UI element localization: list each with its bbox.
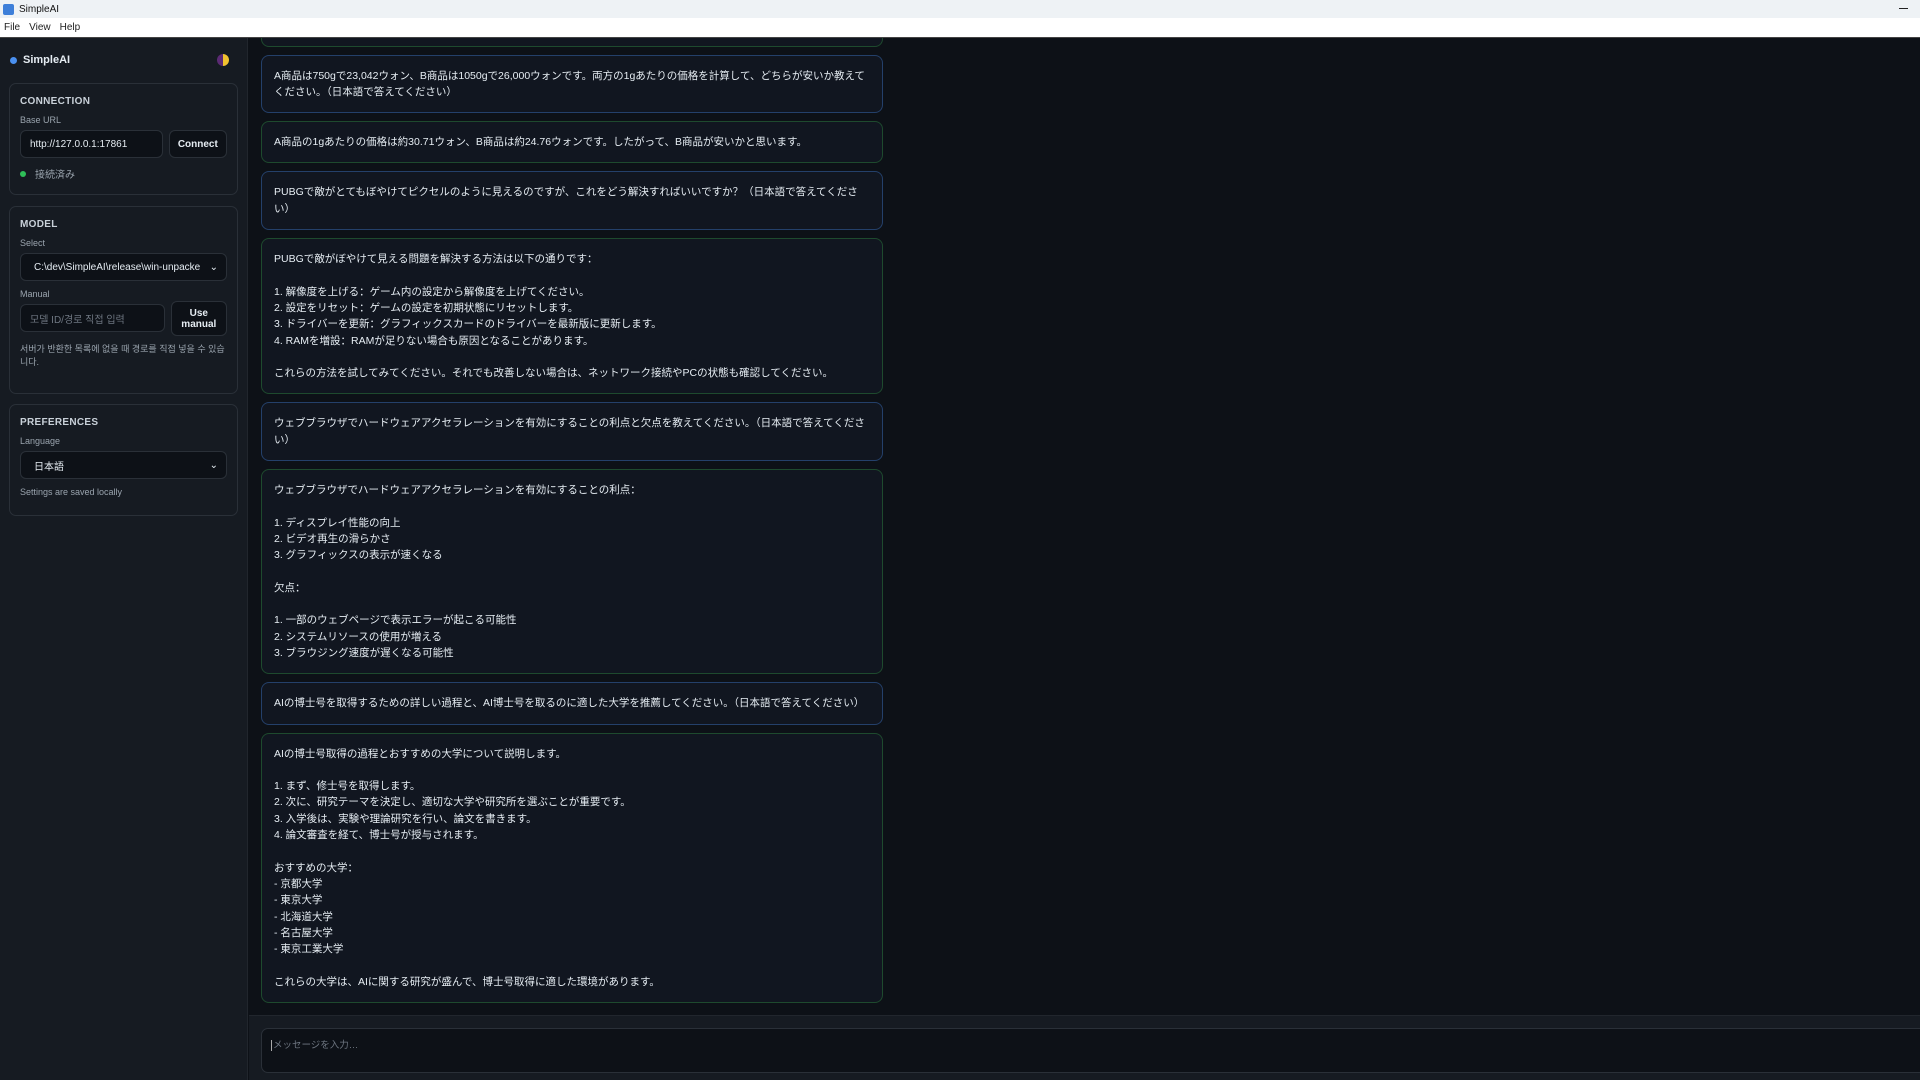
base-url-input[interactable]: http://127.0.0.1:17861	[20, 130, 163, 158]
user-message: A商品は750gで23,042ウォン、B商品は1050gで26,000ウォンです…	[261, 55, 883, 114]
use-manual-button[interactable]: Use manual	[171, 301, 227, 336]
language-select[interactable]: 日本語 ⌄	[20, 451, 227, 479]
user-message: AIの博士号を取得するための詳しい過程と、AI博士号を取るのに適した大学を推薦し…	[261, 682, 883, 724]
menu-file[interactable]: File	[4, 22, 20, 33]
assistant-message: A商品の1gあたりの価格は約30.71ウォン、B商品は約24.76ウォンです。し…	[261, 121, 883, 163]
message-input-placeholder: メッセージを入力…	[273, 1040, 358, 1051]
model-heading: MODEL	[20, 219, 227, 230]
user-message: ウェブブラウザでハードウェアアクセラレーションを有効にすることの利点と欠点を教え…	[261, 402, 883, 461]
preferences-card: PREFERENCES Language 日本語 ⌄ Settings are …	[9, 404, 238, 516]
base-url-label: Base URL	[20, 115, 227, 125]
text-caret	[271, 1040, 272, 1051]
app-icon	[3, 4, 14, 15]
connect-button[interactable]: Connect	[169, 130, 227, 158]
settings-saved-note: Settings are saved locally	[20, 486, 227, 499]
status-dot-icon	[20, 171, 26, 177]
chevron-down-icon: ⌄	[210, 262, 218, 273]
window-title: SimpleAI	[19, 4, 59, 15]
model-select-value: C:\dev\SimpleAI\release\win-unpacke	[34, 262, 200, 273]
user-message: PUBGで敵がとてもぼやけてピクセルのように見えるのですが、これをどう解決すれば…	[261, 171, 883, 230]
language-select-value: 日本語	[34, 458, 64, 473]
sidebar: SimpleAI CONNECTION Base URL http://127.…	[0, 38, 248, 1080]
assistant-message: ウェブブラウザでハードウェアアクセラレーションを有効にすることの利点： 1. デ…	[261, 469, 883, 674]
language-label: Language	[20, 436, 227, 446]
preferences-heading: PREFERENCES	[20, 417, 227, 428]
theme-toggle-icon[interactable]	[217, 54, 229, 66]
menu-view[interactable]: View	[29, 22, 51, 33]
select-label: Select	[20, 238, 227, 248]
manual-label: Manual	[20, 289, 227, 299]
brand-name: SimpleAI	[23, 54, 70, 66]
status-text: 接続済み	[35, 166, 75, 181]
assistant-message: 3を加える16を9に掛けて7を掛けると、252になります。	[261, 38, 883, 47]
chat-messages: 3を加える16を9に掛けて7を掛けると、252になります。 A商品は750gで23…	[249, 38, 1920, 1003]
manual-hint: 서버가 반환한 목록에 없을 때 경로를 직접 넣을 수 있습니다.	[20, 343, 227, 369]
chevron-down-icon: ⌄	[210, 460, 218, 471]
menu-bar: File View Help	[0, 18, 1920, 38]
brand: SimpleAI	[10, 54, 70, 66]
model-card: MODEL Select C:\dev\SimpleAI\release\win…	[9, 206, 238, 394]
brand-dot-icon	[10, 57, 17, 64]
assistant-message: AIの博士号取得の過程とおすすめの大学について説明します。 1. まず、修士号を…	[261, 733, 883, 1003]
manual-model-input[interactable]: 모델 ID/경로 직접 입력	[20, 304, 165, 332]
composer: メッセージを入力…	[249, 1015, 1920, 1080]
message-input[interactable]: メッセージを入力…	[261, 1028, 1920, 1073]
minimize-button[interactable]	[1899, 8, 1908, 9]
assistant-message: PUBGで敵がぼやけて見える問題を解決する方法は以下の通りです： 1. 解像度を…	[261, 238, 883, 394]
connection-status: 接続済み	[20, 166, 227, 181]
menu-help[interactable]: Help	[60, 22, 81, 33]
model-select[interactable]: C:\dev\SimpleAI\release\win-unpacke ⌄	[20, 253, 227, 281]
connection-card: CONNECTION Base URL http://127.0.0.1:178…	[9, 83, 238, 195]
connection-heading: CONNECTION	[20, 96, 227, 107]
title-bar: SimpleAI	[0, 0, 1920, 18]
